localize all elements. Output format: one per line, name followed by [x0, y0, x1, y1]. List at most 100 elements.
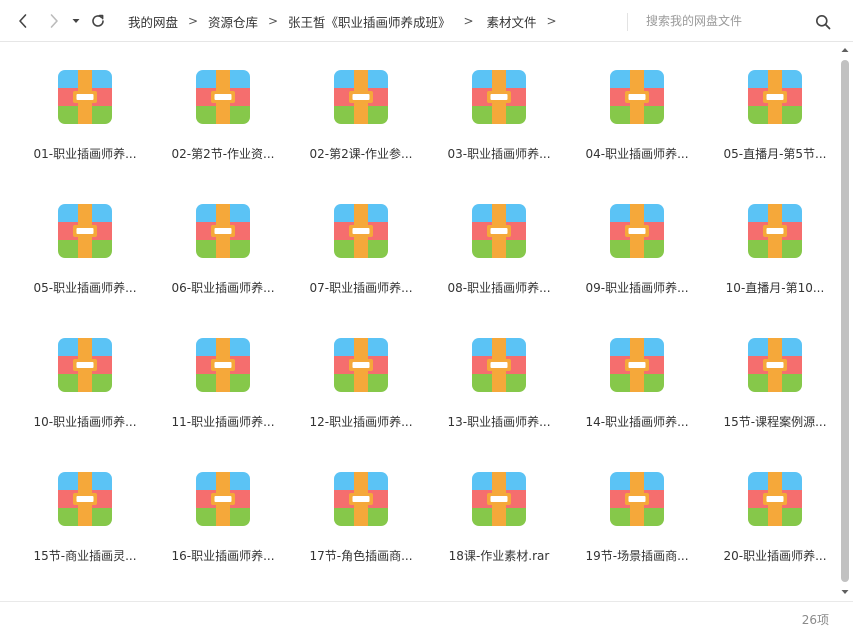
refresh-icon — [92, 14, 104, 27]
archive-icon — [748, 472, 802, 526]
scroll-up-arrow[interactable] — [840, 46, 850, 54]
back-button[interactable] — [11, 8, 35, 34]
file-item[interactable]: 06-职业插画师养... — [154, 176, 292, 295]
archive-icon — [472, 204, 526, 258]
archive-icon — [748, 338, 802, 392]
forward-button[interactable] — [42, 8, 66, 34]
file-item[interactable]: 09-职业插画师养... — [568, 176, 706, 295]
file-name: 15节-商业插画灵... — [33, 549, 137, 563]
archive-icon — [196, 70, 250, 124]
file-item[interactable]: 05-职业插画师养... — [16, 176, 154, 295]
vertical-scrollbar[interactable] — [838, 44, 852, 600]
file-item[interactable]: 15节-课程案例源... — [706, 310, 844, 429]
file-name: 01-职业插画师养... — [33, 147, 137, 161]
file-name: 14-职业插画师养... — [585, 415, 689, 429]
file-name: 10-直播月-第10... — [725, 281, 825, 295]
file-item[interactable]: 10-直播月-第10... — [706, 176, 844, 295]
file-item[interactable]: 02-第2课-作业参... — [292, 42, 430, 161]
breadcrumb-separator: > — [187, 14, 199, 28]
search-icon — [816, 15, 831, 30]
archive-icon — [610, 204, 664, 258]
archive-icon — [334, 472, 388, 526]
file-name: 15节-课程案例源... — [723, 415, 827, 429]
file-name: 20-职业插画师养... — [723, 549, 827, 563]
file-item[interactable]: 16-职业插画师养... — [154, 444, 292, 563]
breadcrumb-item-my-drive[interactable]: 我的网盘 — [128, 12, 178, 31]
breadcrumb-item-resources[interactable]: 资源仓库 — [208, 12, 258, 31]
file-item[interactable]: 08-职业插画师养... — [430, 176, 568, 295]
scroll-thumb[interactable] — [841, 60, 849, 582]
file-name: 02-第2课-作业参... — [309, 147, 413, 161]
file-item[interactable]: 14-职业插画师养... — [568, 310, 706, 429]
file-item[interactable]: 11-职业插画师养... — [154, 310, 292, 429]
breadcrumb: 我的网盘 > 资源仓库 > 张王皙《职业插画师养成班》 > 素材文件 > — [128, 0, 567, 42]
status-bar: 26项 — [0, 601, 853, 637]
archive-icon — [58, 338, 112, 392]
breadcrumb-item-materials[interactable]: 素材文件 — [487, 12, 537, 31]
archive-icon — [748, 204, 802, 258]
file-name: 05-职业插画师养... — [33, 281, 137, 295]
file-item[interactable]: 19节-场景插画商... — [568, 444, 706, 563]
search-button[interactable] — [812, 11, 834, 33]
archive-icon — [334, 204, 388, 258]
file-name: 03-职业插画师养... — [447, 147, 551, 161]
breadcrumb-separator: > — [268, 14, 279, 28]
file-name: 05-直播月-第5节... — [723, 147, 827, 161]
file-name: 19节-场景插画商... — [585, 549, 689, 563]
file-name: 10-职业插画师养... — [33, 415, 137, 429]
search-input[interactable] — [640, 10, 811, 32]
file-item[interactable]: 03-职业插画师养... — [430, 42, 568, 161]
file-name: 07-职业插画师养... — [309, 281, 413, 295]
chevron-right-icon — [50, 14, 58, 28]
caret-down-icon — [841, 590, 849, 594]
caret-up-icon — [841, 48, 849, 52]
file-name: 12-职业插画师养... — [309, 415, 413, 429]
file-item[interactable]: 15节-商业插画灵... — [16, 444, 154, 563]
file-item[interactable]: 01-职业插画师养... — [16, 42, 154, 161]
archive-icon — [334, 338, 388, 392]
file-name: 11-职业插画师养... — [171, 415, 275, 429]
archive-icon — [610, 70, 664, 124]
toolbar-divider — [627, 13, 628, 31]
file-grid: 01-职业插画师养... 02-第2节-作业资... 02-第2课-作业参... 03… — [0, 42, 836, 600]
archive-icon — [472, 338, 526, 392]
file-item[interactable]: 02-第2节-作业资... — [154, 42, 292, 161]
breadcrumb-separator: > — [463, 14, 474, 28]
file-item[interactable]: 18课-作业素材.rar — [430, 444, 568, 563]
archive-icon — [58, 70, 112, 124]
archive-icon — [748, 70, 802, 124]
file-name: 17节-角色插画商... — [309, 549, 413, 563]
file-name: 04-职业插画师养... — [585, 147, 689, 161]
breadcrumb-separator: > — [546, 14, 557, 28]
file-name: 09-职业插画师养... — [585, 281, 689, 295]
chevron-left-icon — [19, 14, 27, 28]
archive-icon — [334, 70, 388, 124]
file-name: 16-职业插画师养... — [171, 549, 275, 563]
file-item[interactable]: 17节-角色插画商... — [292, 444, 430, 563]
file-item[interactable]: 05-直播月-第5节... — [706, 42, 844, 161]
archive-icon — [58, 204, 112, 258]
item-count: 26项 — [801, 613, 829, 627]
file-name: 18课-作业素材.rar — [448, 549, 550, 563]
scroll-down-arrow[interactable] — [840, 588, 850, 596]
file-item[interactable]: 10-职业插画师养... — [16, 310, 154, 429]
file-item[interactable]: 12-职业插画师养... — [292, 310, 430, 429]
file-name: 02-第2节-作业资... — [171, 147, 275, 161]
archive-icon — [472, 472, 526, 526]
file-item[interactable]: 07-职业插画师养... — [292, 176, 430, 295]
file-name: 13-职业插画师养... — [447, 415, 551, 429]
file-item[interactable]: 04-职业插画师养... — [568, 42, 706, 161]
archive-icon — [196, 204, 250, 258]
file-name: 08-职业插画师养... — [447, 281, 551, 295]
history-dropdown-button[interactable] — [66, 8, 86, 34]
file-name: 06-职业插画师养... — [171, 281, 275, 295]
file-item[interactable]: 20-职业插画师养... — [706, 444, 844, 563]
archive-icon — [472, 70, 526, 124]
toolbar: 我的网盘 > 资源仓库 > 张王皙《职业插画师养成班》 > 素材文件 > — [0, 0, 853, 42]
archive-icon — [196, 338, 250, 392]
archive-icon — [610, 338, 664, 392]
file-item[interactable]: 13-职业插画师养... — [430, 310, 568, 429]
archive-icon — [58, 472, 112, 526]
breadcrumb-item-course[interactable]: 张王皙《职业插画师养成班》 — [288, 12, 451, 31]
refresh-button[interactable] — [86, 8, 110, 34]
